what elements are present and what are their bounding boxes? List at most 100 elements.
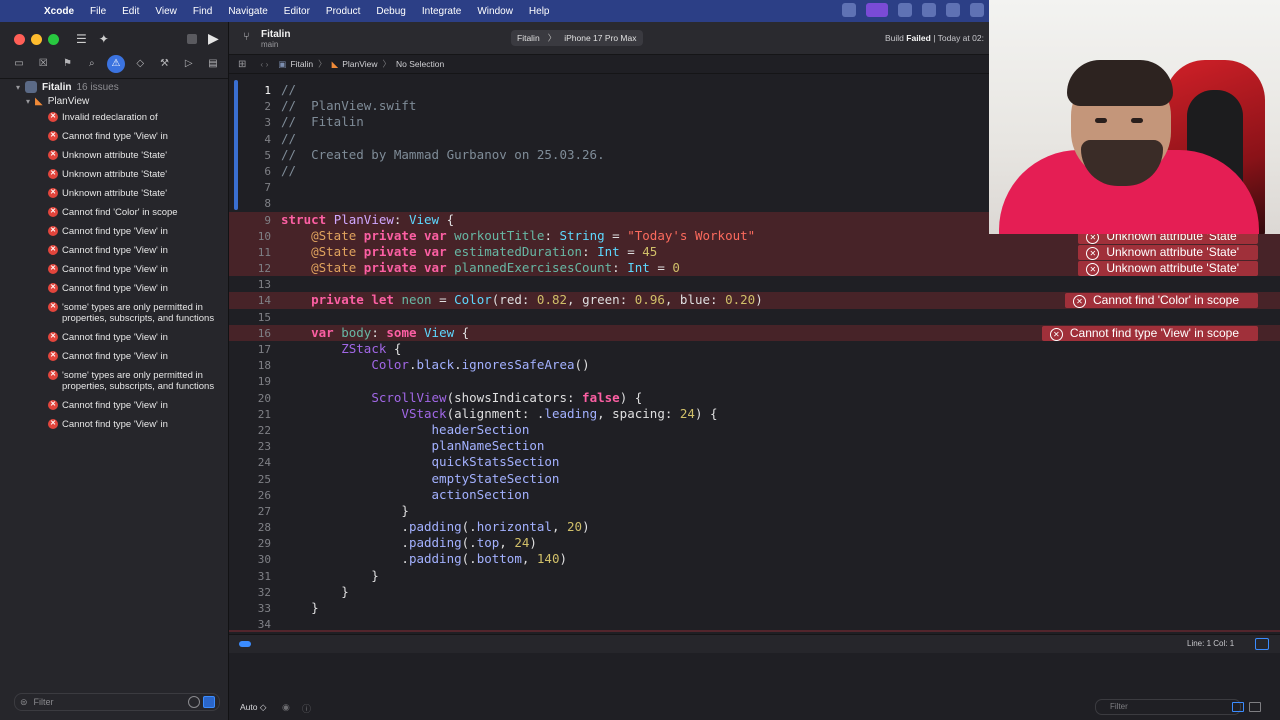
error-annotation[interactable]: ✕ Cannot find type 'View' in scope bbox=[1041, 325, 1258, 341]
zoom-window-button[interactable] bbox=[48, 34, 59, 45]
chevron-down-icon[interactable]: ▾ bbox=[16, 83, 20, 92]
issue-item[interactable]: ✕ Unknown attribute 'State' bbox=[48, 169, 224, 180]
variables-scope-select[interactable]: Auto ◇ bbox=[240, 702, 266, 713]
issue-item[interactable]: ✕ Cannot find type 'View' in bbox=[48, 283, 224, 294]
menu-window[interactable]: Window bbox=[469, 6, 521, 17]
issue-item[interactable]: ✕ Unknown attribute 'State' bbox=[48, 150, 224, 161]
status-sync-icon[interactable] bbox=[922, 3, 936, 17]
minimize-window-button[interactable] bbox=[31, 34, 42, 45]
code-line[interactable]: 33 } bbox=[229, 600, 1280, 616]
issue-item[interactable]: ✕ Cannot find type 'View' in bbox=[48, 226, 224, 237]
menu-edit[interactable]: Edit bbox=[114, 6, 147, 17]
project-title[interactable]: Fitalin bbox=[261, 29, 290, 40]
sparkle-icon[interactable]: ✦ bbox=[99, 32, 109, 46]
status-bluetooth-icon[interactable] bbox=[970, 3, 984, 17]
code-line[interactable]: 11 @State private var estimatedDuration:… bbox=[229, 243, 1280, 261]
run-button[interactable]: ▶ bbox=[208, 30, 219, 47]
bookmark-icon[interactable]: ⚑ bbox=[59, 55, 77, 73]
find-icon[interactable]: ⌕ bbox=[83, 55, 101, 73]
file-node[interactable]: ▾ ◣ PlanView bbox=[26, 96, 89, 107]
issue-item[interactable]: ✕ Cannot find type 'View' in bbox=[48, 419, 224, 430]
issue-item[interactable]: ✕ Cannot find type 'View' in bbox=[48, 351, 224, 362]
code-line[interactable]: 12 @State private var plannedExercisesCo… bbox=[229, 260, 1280, 277]
project-node[interactable]: ▾ Fitalin 16 issues bbox=[16, 81, 119, 93]
sidebar-toggle-icon[interactable]: ☰ bbox=[76, 32, 87, 46]
issue-item[interactable]: ✕ 'some' types are only permitted in prop… bbox=[48, 302, 224, 324]
issue-item[interactable]: ✕ Invalid redeclaration of bbox=[48, 112, 224, 123]
issue-item[interactable]: ✕ Cannot find type 'View' in bbox=[48, 400, 224, 411]
branch-name[interactable]: main bbox=[261, 40, 278, 49]
scheme-selector[interactable]: Fitalin 〉 iPhone 17 Pro Max bbox=[511, 30, 643, 46]
breadcrumb-symbol[interactable]: No Selection bbox=[396, 59, 444, 69]
status-notion-icon[interactable] bbox=[946, 3, 960, 17]
stop-button[interactable] bbox=[187, 34, 197, 44]
error-annotation[interactable]: ✕ Cannot find 'Color' in scope bbox=[1065, 293, 1258, 309]
code-line[interactable]: 32 } bbox=[229, 584, 1280, 600]
navigator-filter[interactable]: ⊜ Filter bbox=[14, 693, 220, 711]
issue-navigator-icon[interactable]: ⚠ bbox=[107, 55, 125, 73]
issue-item[interactable]: ✕ Cannot find type 'View' in bbox=[48, 332, 224, 343]
back-forward-icon[interactable]: ‹ › bbox=[260, 59, 268, 69]
folder-icon[interactable]: ▭ bbox=[10, 55, 28, 73]
code-line[interactable]: 16 var body: some View {✕ Cannot find typ… bbox=[229, 324, 1280, 341]
error-annotation[interactable]: ✕ Unknown attribute 'State' bbox=[1078, 244, 1258, 260]
code-line[interactable]: 19 bbox=[229, 373, 1280, 389]
console-filter[interactable]: Filter bbox=[1095, 699, 1241, 715]
code-line[interactable]: 13 bbox=[229, 276, 1280, 292]
scheme-name[interactable]: Fitalin bbox=[517, 33, 540, 43]
eye-icon[interactable]: ◉ bbox=[282, 702, 290, 713]
menu-view[interactable]: View bbox=[147, 6, 185, 17]
menu-navigate[interactable]: Navigate bbox=[220, 6, 275, 17]
menu-file[interactable]: File bbox=[82, 6, 114, 17]
grid-icon[interactable]: ⊞ bbox=[238, 59, 246, 70]
menu-editor[interactable]: Editor bbox=[276, 6, 318, 17]
menu-find[interactable]: Find bbox=[185, 6, 220, 17]
info-icon[interactable]: ⓘ bbox=[302, 702, 311, 715]
code-line[interactable]: 31 } bbox=[229, 568, 1280, 584]
menu-debug[interactable]: Debug bbox=[368, 6, 413, 17]
code-line[interactable]: 29 .padding(.top, 24) bbox=[229, 535, 1280, 551]
breadcrumb-project[interactable]: ▣ Fitalin bbox=[278, 59, 313, 70]
split-left-icon[interactable] bbox=[1232, 702, 1244, 712]
close-window-button[interactable] bbox=[14, 34, 25, 45]
code-line[interactable]: 28 .padding(.horizontal, 20) bbox=[229, 519, 1280, 535]
debug-area-toggle-icon[interactable] bbox=[1255, 638, 1269, 650]
breakpoints-toggle[interactable] bbox=[239, 641, 251, 647]
error-annotation[interactable]: ✕ Unknown attribute 'State' bbox=[1078, 261, 1258, 277]
issue-item[interactable]: ✕ Unknown attribute 'State' bbox=[48, 188, 224, 199]
debug-icon[interactable]: ⚒ bbox=[156, 55, 174, 73]
code-line[interactable]: 20 ScrollView(showsIndicators: false) { bbox=[229, 390, 1280, 406]
menu-integrate[interactable]: Integrate bbox=[414, 6, 469, 17]
code-line[interactable]: 26 actionSection bbox=[229, 487, 1280, 503]
split-right-icon[interactable] bbox=[1249, 702, 1261, 712]
issue-item[interactable]: ✕ Cannot find type 'View' in bbox=[48, 264, 224, 275]
code-line[interactable]: 22 headerSection bbox=[229, 422, 1280, 438]
breakpoint-icon[interactable]: ▷ bbox=[180, 55, 198, 73]
clock-icon[interactable] bbox=[188, 696, 200, 708]
code-line[interactable]: 25 emptyStateSection bbox=[229, 471, 1280, 487]
code-line[interactable]: 30 .padding(.bottom, 140) bbox=[229, 551, 1280, 567]
menu-app-name[interactable]: Xcode bbox=[36, 6, 82, 17]
code-line[interactable]: 17 ZStack { bbox=[229, 341, 1280, 357]
code-line[interactable]: 15 bbox=[229, 309, 1280, 325]
issue-item[interactable]: ✕ Cannot find type 'View' in bbox=[48, 245, 224, 256]
issue-item[interactable]: ✕ Cannot find type 'View' in bbox=[48, 131, 224, 142]
error-filter-icon[interactable] bbox=[203, 696, 215, 708]
code-line[interactable]: 23 planNameSection bbox=[229, 438, 1280, 454]
breadcrumb-file[interactable]: ◣ PlanView bbox=[332, 59, 378, 70]
menu-help[interactable]: Help bbox=[521, 6, 558, 17]
status-pen-icon[interactable] bbox=[898, 3, 912, 17]
code-line[interactable]: 27 } bbox=[229, 503, 1280, 519]
test-icon[interactable]: ◇ bbox=[131, 55, 149, 73]
code-line[interactable]: 24 quickStatsSection bbox=[229, 454, 1280, 470]
chevron-down-icon[interactable]: ▾ bbox=[26, 97, 30, 106]
menu-product[interactable]: Product bbox=[318, 6, 368, 17]
code-line[interactable]: 18 Color.black.ignoresSafeArea() bbox=[229, 357, 1280, 373]
issue-item[interactable]: ✕ Cannot find 'Color' in scope bbox=[48, 207, 224, 218]
issue-item[interactable]: ✕ 'some' types are only permitted in prop… bbox=[48, 370, 224, 392]
device-name[interactable]: iPhone 17 Pro Max bbox=[564, 33, 636, 43]
status-app-icon[interactable] bbox=[842, 3, 856, 17]
source-control-icon[interactable]: ☒ bbox=[34, 55, 52, 73]
report-icon[interactable]: ▤ bbox=[204, 55, 222, 73]
status-screen-recording-icon[interactable] bbox=[866, 3, 888, 17]
